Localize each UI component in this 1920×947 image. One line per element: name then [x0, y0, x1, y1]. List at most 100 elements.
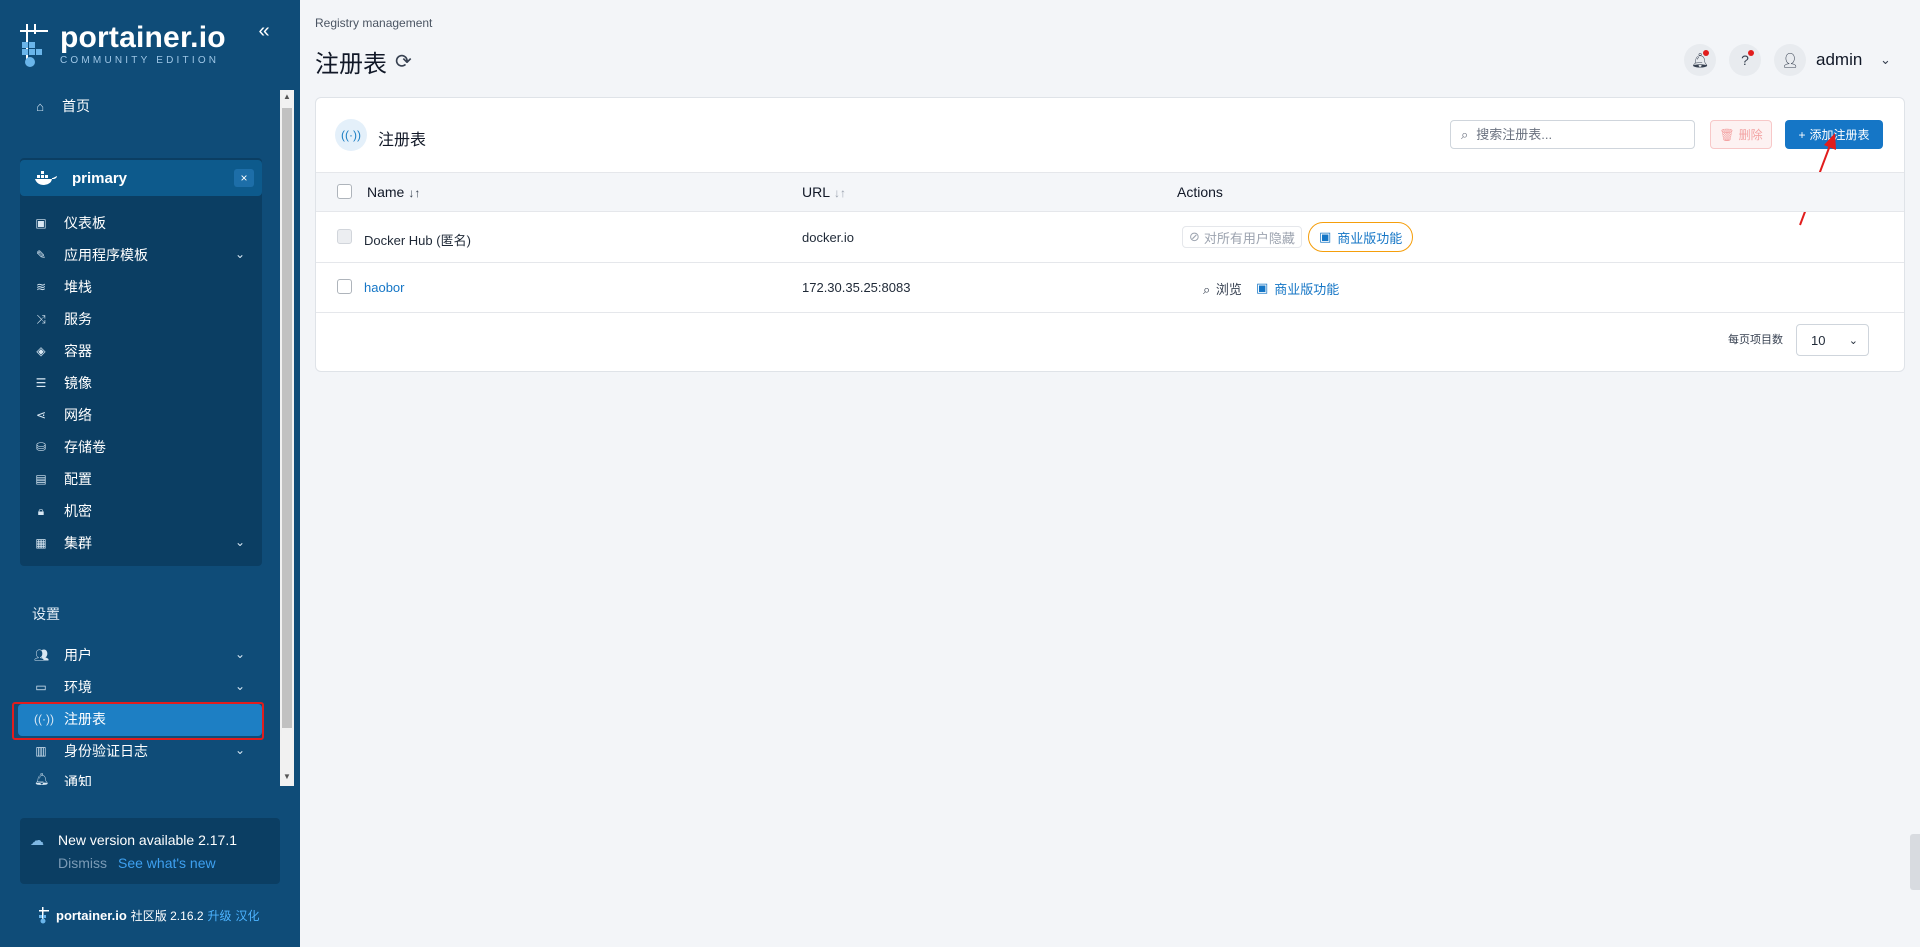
- help-dot: [1748, 50, 1754, 56]
- sidebar-item-label: 环境: [64, 679, 92, 695]
- sort-icon: ↓↑: [834, 186, 847, 200]
- briefcase-icon: ▣: [1319, 229, 1332, 244]
- environment-header[interactable]: primary ×: [20, 160, 262, 196]
- portainer-small-logo-icon: [39, 907, 49, 924]
- chevron-down-icon[interactable]: ⌄: [235, 535, 245, 549]
- select-all-checkbox[interactable]: [337, 184, 352, 199]
- sidebar-item-notifications[interactable]: 🔔︎ 通知: [34, 772, 92, 786]
- sidebar-item-label: 注册表: [64, 711, 106, 727]
- clipboard-icon: ▤: [35, 472, 47, 486]
- sidebar-item-registries[interactable]: ((·)) 注册表: [34, 708, 106, 730]
- sidebar-item-services[interactable]: ⤨ 服务: [34, 308, 92, 330]
- delete-button[interactable]: 🗑︎ 删除: [1710, 120, 1772, 149]
- table-header: [316, 172, 1904, 212]
- sidebar-item-app-templates[interactable]: ✎ 应用程序模板: [34, 244, 148, 266]
- see-whats-new-link[interactable]: See what's new: [118, 855, 216, 871]
- registry-url: docker.io: [802, 230, 855, 245]
- notification-dot: [1703, 50, 1709, 56]
- items-per-page-select[interactable]: 10 ⌄: [1796, 324, 1869, 356]
- logo-text: portainer.io: [60, 20, 226, 54]
- sidebar-item-users[interactable]: 👥︎ 用户: [34, 644, 92, 666]
- breadcrumb: Registry management: [315, 16, 433, 30]
- search-box[interactable]: ⌕: [1450, 120, 1695, 149]
- business-feature-link[interactable]: ▣ 商业版功能: [1256, 278, 1339, 298]
- sidebar-item-auth-logs[interactable]: ▥ 身份验证日志: [34, 740, 148, 762]
- box-icon: ◈: [36, 344, 46, 358]
- column-label: Name: [367, 184, 405, 200]
- search-icon: ⌕: [1203, 282, 1211, 297]
- user-avatar[interactable]: 👤︎: [1774, 44, 1806, 76]
- items-per-page-value: 10: [1811, 332, 1826, 348]
- registry-name-link[interactable]: haobor: [364, 280, 404, 295]
- cluster-icon: ▦: [35, 536, 47, 550]
- notifications-button[interactable]: 🔔︎: [1684, 44, 1716, 76]
- sidebar-item-networks[interactable]: ⋖ 网络: [34, 404, 92, 426]
- sidebar-item-environments[interactable]: ▭ 环境: [34, 676, 92, 698]
- collapse-sidebar-icon[interactable]: «: [252, 20, 276, 44]
- close-environment-icon[interactable]: ×: [234, 169, 254, 187]
- row-checkbox: [337, 229, 352, 244]
- browse-button[interactable]: ⌕ 浏览: [1203, 279, 1242, 298]
- users-icon: 👥︎: [34, 648, 50, 662]
- briefcase-icon: ▣: [1256, 280, 1269, 295]
- row-divider: [316, 312, 1904, 313]
- sidebar-item-configs[interactable]: ▤ 配置: [34, 468, 92, 490]
- sidebar-item-label: 用户: [64, 647, 92, 663]
- scroll-up-icon[interactable]: ▲: [282, 92, 292, 101]
- sidebar-item-volumes[interactable]: ⛁ 存储卷: [34, 436, 106, 458]
- search-icon: ⌕: [1461, 126, 1469, 142]
- eye-off-icon: ⊘: [1189, 229, 1200, 244]
- update-notice: [20, 818, 280, 884]
- sidebar-item-label: 通知: [64, 774, 92, 786]
- chevron-down-icon[interactable]: ⌄: [1880, 52, 1891, 68]
- logo[interactable]: portainer.io COMMUNITY EDITION: [18, 20, 226, 68]
- row-checkbox[interactable]: [337, 279, 352, 294]
- cloud-download-icon: ☁: [30, 832, 44, 848]
- sidebar-item-containers[interactable]: ◈ 容器: [34, 340, 92, 362]
- user-name[interactable]: admin: [1816, 50, 1862, 70]
- column-label: URL: [802, 184, 831, 200]
- sidebar-scrollbar-thumb[interactable]: [282, 108, 292, 728]
- sidebar-item-label: 配置: [64, 471, 92, 487]
- dismiss-link[interactable]: Dismiss: [58, 855, 107, 871]
- localize-link[interactable]: 汉化: [236, 907, 260, 924]
- chevron-down-icon[interactable]: ⌄: [235, 743, 245, 757]
- dashboard-icon: ▣: [35, 216, 47, 230]
- sidebar: portainer.io COMMUNITY EDITION « ⌂ 首页 pr…: [0, 0, 300, 947]
- environment-name: primary: [72, 169, 128, 187]
- business-feature-badge[interactable]: ▣ 商业版功能: [1308, 222, 1414, 252]
- chevron-down-icon[interactable]: ⌄: [235, 247, 245, 261]
- database-icon: ⛁: [35, 440, 47, 454]
- sidebar-item-stacks[interactable]: ≋ 堆栈: [34, 276, 92, 298]
- registry-url: 172.30.35.25:8083: [802, 280, 911, 295]
- delete-label: 删除: [1738, 128, 1763, 142]
- sidebar-item-secrets[interactable]: 🔒︎ 机密: [34, 500, 92, 522]
- sidebar-item-dashboard[interactable]: ▣ 仪表板: [34, 212, 106, 234]
- chevron-down-icon[interactable]: ⌄: [235, 647, 245, 661]
- refresh-icon[interactable]: ⟳: [395, 49, 412, 74]
- scroll-down-icon[interactable]: ▼: [282, 772, 292, 781]
- column-header-actions: Actions: [1177, 184, 1223, 200]
- hdd-icon: ▭: [35, 680, 47, 694]
- bell-icon: 🔔︎: [34, 772, 50, 786]
- search-input[interactable]: [1476, 127, 1677, 142]
- logo-subtitle: COMMUNITY EDITION: [60, 54, 220, 66]
- sidebar-item-home[interactable]: ⌂ 首页: [32, 94, 90, 118]
- hide-for-all-users-button: ⊘ 对所有用户隐藏: [1182, 226, 1302, 248]
- update-title: New version available 2.17.1: [58, 832, 237, 848]
- sidebar-item-cluster[interactable]: ▦ 集群: [34, 532, 92, 554]
- user-icon: 👤︎: [1781, 51, 1799, 68]
- side-handle[interactable]: [1910, 834, 1920, 890]
- file-icon: ▥: [35, 744, 47, 758]
- layers-icon: ≋: [35, 280, 47, 294]
- help-button[interactable]: ?: [1729, 44, 1761, 76]
- portainer-logo-icon: [20, 24, 48, 67]
- page-title-text: 注册表: [315, 51, 387, 78]
- upgrade-link[interactable]: 升级: [208, 907, 232, 924]
- items-per-page-label: 每页项目数: [1728, 334, 1783, 346]
- column-header-name[interactable]: Name ↓↑: [367, 184, 420, 200]
- chevron-down-icon[interactable]: ⌄: [235, 679, 245, 693]
- column-header-url[interactable]: URL ↓↑: [802, 184, 846, 200]
- browse-label: 浏览: [1215, 282, 1242, 297]
- sidebar-item-images[interactable]: ☰ 镜像: [34, 372, 92, 394]
